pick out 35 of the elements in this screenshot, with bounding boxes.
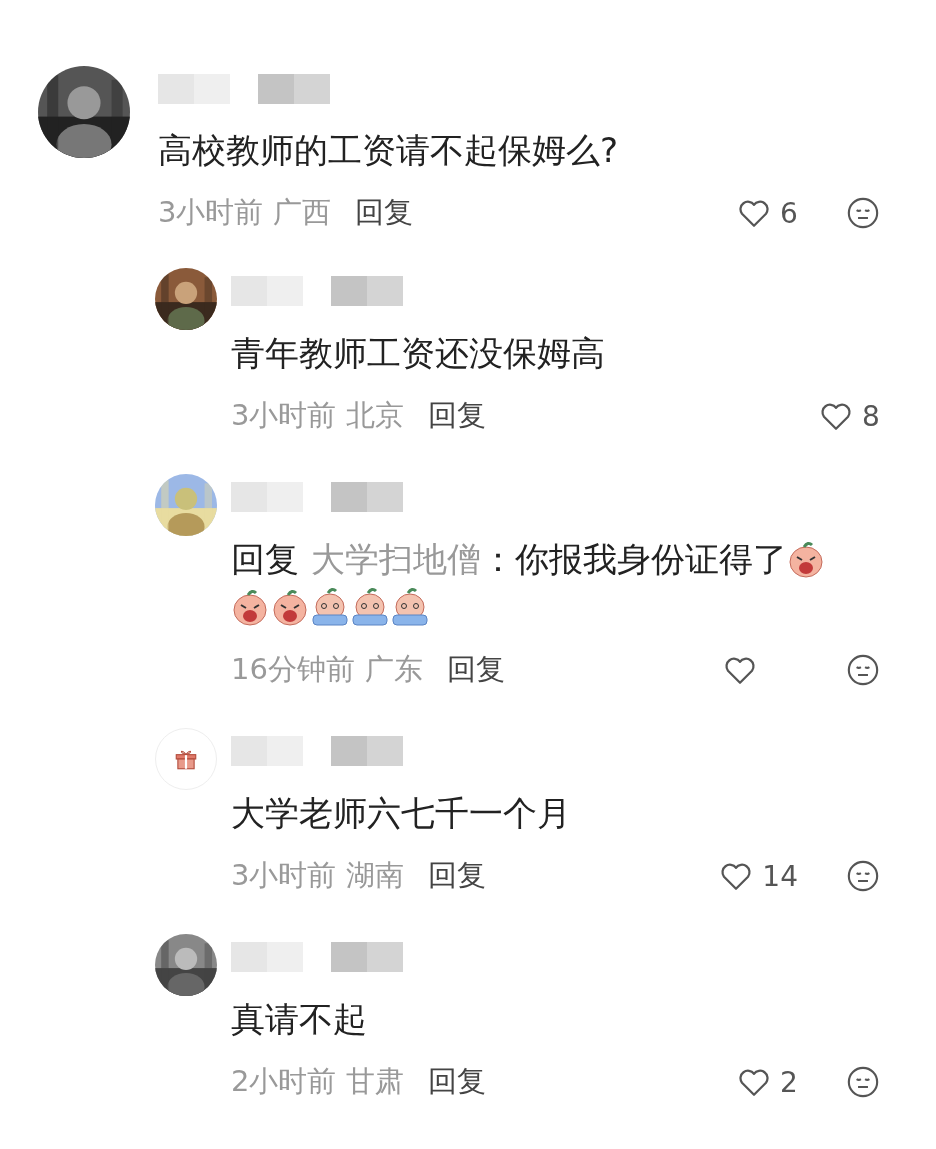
like-count: 8 — [862, 399, 880, 433]
comment-region: 湖南 — [346, 857, 405, 894]
dislike-face-icon[interactable] — [846, 859, 880, 893]
comment-text: 高校教师的工资请不起保姆么? — [158, 130, 619, 170]
reply-label: 回复 — [231, 539, 299, 579]
wailing-emoji-icon — [271, 587, 309, 627]
like-count: 6 — [780, 196, 798, 230]
reply-button[interactable]: 回复 — [428, 396, 487, 436]
comment-region: 甘肃 — [346, 1063, 405, 1100]
comment-time: 3小时前 — [231, 857, 337, 894]
comment-region: 广西 — [273, 194, 332, 231]
comment-time: 16分钟前 — [231, 651, 355, 688]
tearful-emoji-icon — [391, 587, 429, 627]
wailing-emoji-icon — [231, 587, 269, 627]
comment-text: 大学老师六七千一个月 — [231, 793, 571, 833]
like-count: 2 — [780, 1065, 798, 1099]
wailing-emoji-icon — [787, 539, 825, 579]
comment-region: 广东 — [364, 651, 423, 688]
comment-time: 3小时前 — [231, 397, 337, 434]
comment-text: 青年教师工资还没保姆高 — [231, 333, 605, 373]
comment-text: 真请不起 — [231, 999, 367, 1039]
reply-button[interactable]: 回复 — [428, 856, 487, 896]
dislike-face-icon[interactable] — [846, 1065, 880, 1099]
dislike-face-icon[interactable] — [846, 653, 880, 687]
comment-text: ：你报我身份证得了 — [481, 539, 787, 579]
comment-region: 北京 — [346, 397, 405, 434]
tearful-emoji-icon — [351, 587, 389, 627]
like-count: 14 — [762, 859, 798, 893]
tearful-emoji-icon — [311, 587, 349, 627]
comment-time: 2小时前 — [231, 1063, 337, 1100]
reply-button[interactable]: 回复 — [355, 193, 414, 233]
reply-button[interactable]: 回复 — [446, 650, 505, 690]
dislike-face-icon[interactable] — [846, 196, 880, 230]
reply-button[interactable]: 回复 — [428, 1062, 487, 1102]
comment-time: 3小时前 — [158, 194, 264, 231]
